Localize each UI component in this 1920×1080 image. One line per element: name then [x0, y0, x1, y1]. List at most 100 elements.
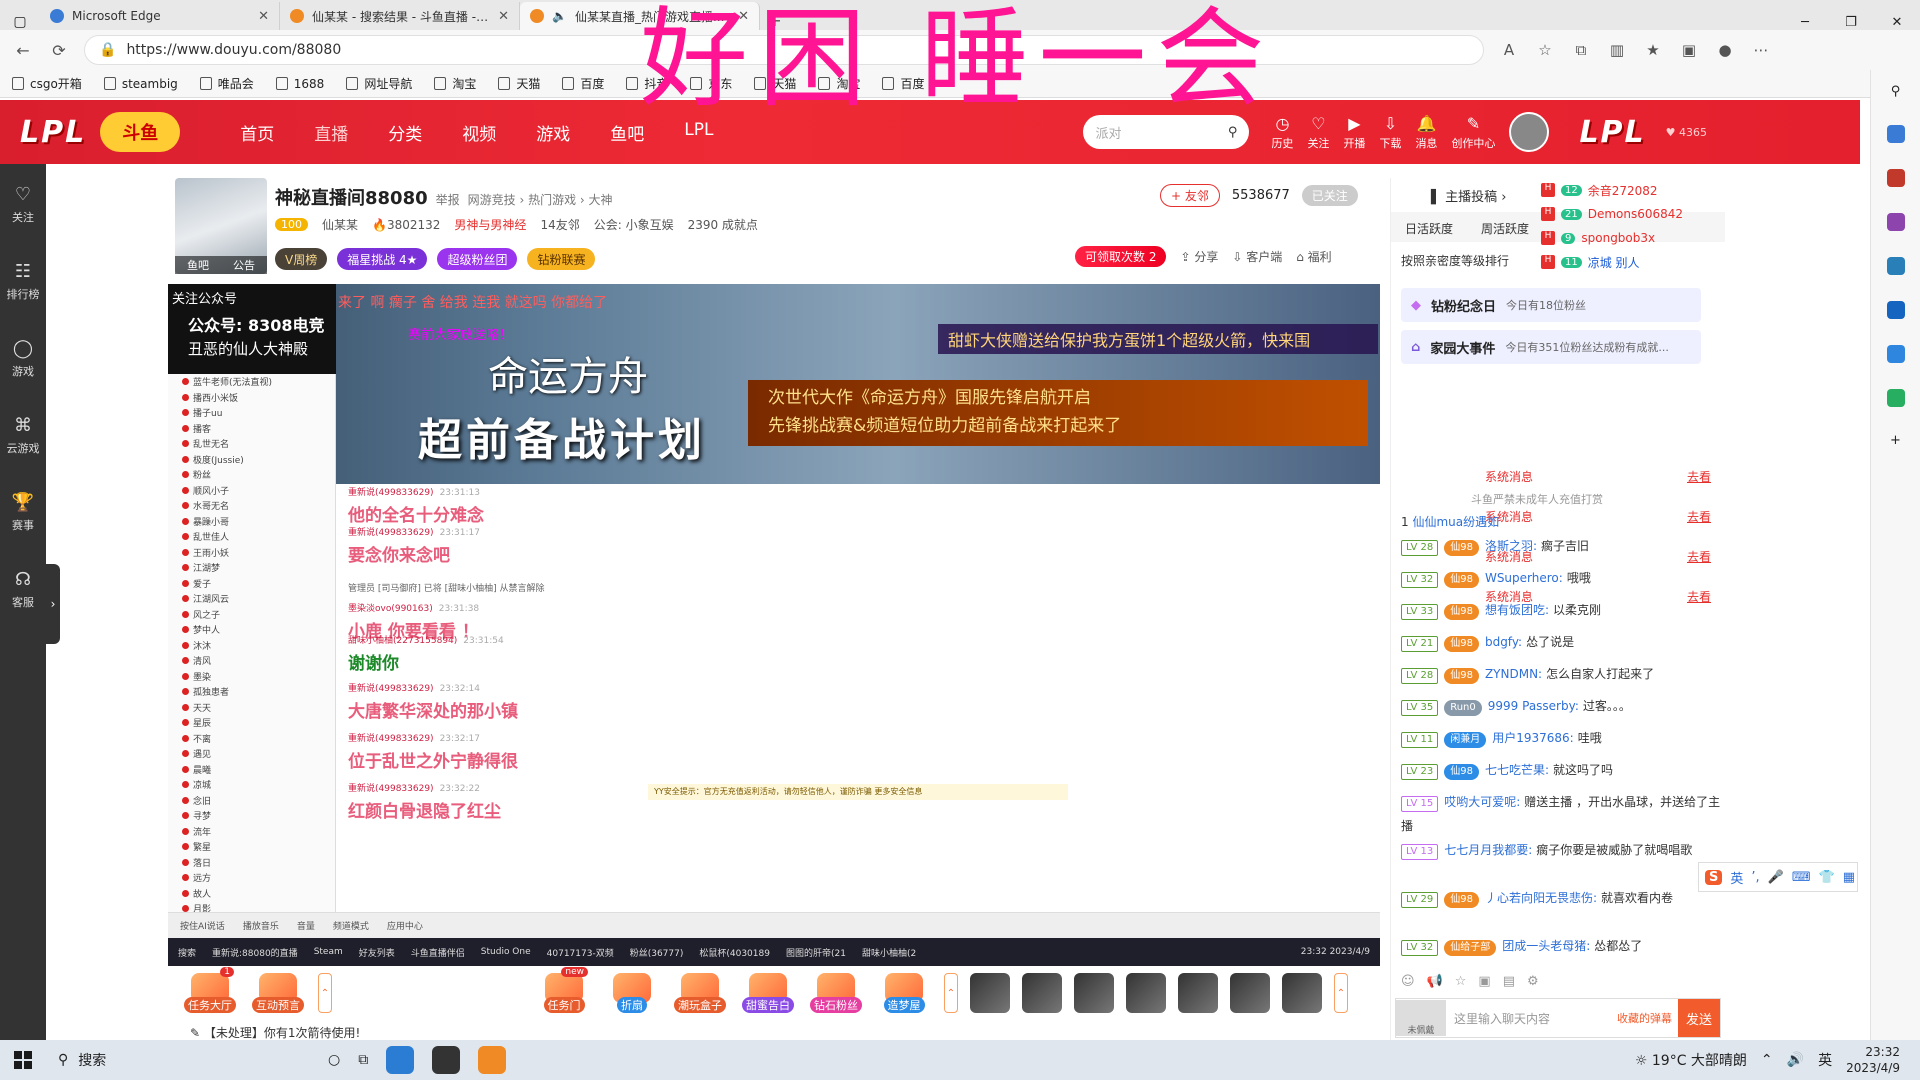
stream-task-9[interactable]: 图图的肝帝(21 — [786, 946, 846, 959]
friends-count[interactable]: 14友邻 — [540, 216, 579, 233]
rank-row[interactable]: H 11 凉城 别人 — [1541, 250, 1725, 274]
nav-item-1[interactable]: 直播 — [314, 120, 348, 145]
bookmark-2[interactable]: 唯品会 — [199, 75, 254, 92]
gift-more[interactable]: ⌃ — [1334, 973, 1348, 1013]
settings-icon[interactable]: ⚙ — [1527, 974, 1539, 989]
member-list-item[interactable]: 梦中人 — [168, 622, 335, 638]
member-list-item[interactable]: 落日 — [168, 855, 335, 871]
member-list-item[interactable]: 念旧 — [168, 793, 335, 809]
header-history[interactable]: ◷ 历史 — [1271, 114, 1293, 151]
header-camera[interactable]: ▶ 开播 — [1343, 114, 1365, 151]
stream-tool-3[interactable]: 频道模式 — [333, 919, 369, 932]
member-list-item[interactable]: 流年 — [168, 824, 335, 840]
bookmark-9[interactable]: 京东 — [690, 75, 732, 92]
member-list-item[interactable]: 播西小米饭 — [168, 390, 335, 406]
member-list-item[interactable]: 播子uu — [168, 405, 335, 421]
client-button[interactable]: ⇩ 客户端 — [1232, 248, 1282, 265]
pending-notice[interactable]: ✎ 【未处理】你有1次箭待使用! — [190, 1024, 360, 1041]
gift-scroll-up[interactable]: ⌃ — [318, 973, 332, 1013]
diamond-anniversary-banner[interactable]: ◆ 钻粉纪念日 今日有18位粉丝 — [1401, 288, 1701, 322]
search-icon[interactable]: ⚲ — [1228, 125, 1238, 140]
stream-tool-0[interactable]: 按住AI说话 — [180, 919, 225, 932]
close-tab-icon[interactable]: ✕ — [738, 9, 749, 24]
maximize-button[interactable]: ❐ — [1828, 15, 1874, 30]
achievement-points[interactable]: 2390 成就点 — [688, 216, 758, 233]
tab-edge[interactable]: Microsoft Edge ✕ — [40, 2, 280, 30]
member-list-item[interactable]: 繁星 — [168, 839, 335, 855]
member-list-item[interactable]: 星辰 — [168, 715, 335, 731]
member-list-item[interactable]: 顺风小子 — [168, 483, 335, 499]
speaker-icon[interactable]: 🔈 — [552, 9, 567, 23]
sidebar-item-4[interactable]: 🏆 赛事 — [12, 492, 34, 533]
nav-item-5[interactable]: 鱼吧 — [610, 120, 644, 145]
anchor-name[interactable]: 仙某某 — [322, 216, 358, 233]
followed-button[interactable]: 已关注 — [1301, 185, 1358, 206]
volume-icon[interactable]: 🔊 — [1787, 1052, 1804, 1068]
m365-icon[interactable] — [1886, 257, 1905, 275]
chat-input[interactable]: 这里输入聊天内容 — [1446, 1010, 1617, 1027]
claim-ticket-button[interactable]: 可领取次数 2 — [1075, 246, 1167, 267]
tag-icon[interactable] — [1886, 125, 1905, 143]
close-tab-icon[interactable]: ✕ — [258, 9, 269, 24]
stream-task-5[interactable]: Studio One — [481, 947, 531, 957]
edge-taskbar-icon[interactable] — [386, 1046, 415, 1074]
member-list-item[interactable]: 孤独患者 — [168, 684, 335, 700]
sidebar-item-0[interactable]: ♡ 关注 — [12, 184, 34, 225]
rank-row[interactable]: H 12 余音272082 — [1541, 178, 1725, 202]
bookmark-0[interactable]: csgo开箱 — [12, 75, 82, 92]
report-link[interactable]: 举报 — [436, 193, 460, 207]
games-icon[interactable] — [1886, 213, 1905, 231]
top-user[interactable]: 1 仙仙mua纷遇如 — [1401, 510, 1721, 534]
window-menu-icon[interactable]: ▢ — [0, 14, 40, 30]
add-icon[interactable]: + — [1890, 433, 1901, 448]
share-button[interactable]: ⇪ 分享 — [1180, 248, 1218, 265]
stream-task-0[interactable]: 搜索 — [178, 946, 196, 959]
member-list-item[interactable]: 乱世佳人 — [168, 529, 335, 545]
stream-task-3[interactable]: 好友列表 — [359, 946, 395, 959]
bookmark-11[interactable]: 淘宝 — [818, 75, 860, 92]
send-icon[interactable] — [1886, 345, 1905, 363]
nav-item-3[interactable]: 视频 — [462, 120, 496, 145]
search-icon[interactable]: ⚲ — [1891, 84, 1901, 99]
nav-item-6[interactable]: LPL — [684, 120, 713, 145]
member-list-item[interactable]: 遇见 — [168, 746, 335, 762]
member-list-item[interactable]: 王雨小妖 — [168, 545, 335, 561]
gift-center-3[interactable]: 甜蜜告白 — [740, 973, 796, 1013]
outlook-icon[interactable] — [1886, 301, 1905, 319]
tree-icon[interactable] — [1886, 389, 1905, 407]
steam-taskbar-icon[interactable] — [432, 1046, 461, 1074]
split-screen-icon[interactable]: ▥ — [1606, 41, 1628, 59]
stream-task-4[interactable]: 斗鱼直播伴侣 — [411, 946, 465, 959]
member-list-item[interactable]: 乱世无名 — [168, 436, 335, 452]
collections-icon[interactable]: ▣ — [1678, 41, 1700, 59]
welfare-button[interactable]: ⌂ 福利 — [1296, 248, 1331, 265]
profile-icon[interactable]: ● — [1714, 41, 1736, 59]
bookmark-10[interactable]: 天猫 — [754, 75, 796, 92]
sidebar-item-3[interactable]: ⌘ 云游戏 — [7, 415, 40, 456]
diamond-league-badge[interactable]: 钻粉联赛 — [527, 248, 596, 270]
guild-info[interactable]: 公会: 小象互娱 — [594, 216, 674, 233]
nav-item-4[interactable]: 游戏 — [536, 120, 570, 145]
gift-item[interactable] — [1230, 973, 1270, 1013]
member-list-item[interactable]: 蓝牛老师(无法直视) — [168, 374, 335, 390]
close-tab-icon[interactable]: ✕ — [498, 9, 509, 24]
bookmark-1[interactable]: steambig — [103, 77, 178, 91]
header-bell[interactable]: 🔔 消息 — [1415, 114, 1437, 151]
member-list-item[interactable]: 故人 — [168, 886, 335, 902]
douyu-logo[interactable]: 斗鱼 — [100, 112, 181, 152]
expand-sidebar-button[interactable]: › — [46, 564, 60, 644]
gift-left-1[interactable]: 互动预言 — [250, 973, 306, 1013]
bookmark-8[interactable]: 抖音 — [626, 75, 668, 92]
member-list-item[interactable]: 江湖风云 — [168, 591, 335, 607]
fan-club-badge[interactable]: 超级粉丝团 — [437, 248, 518, 270]
more-icon[interactable]: ⋯ — [1750, 41, 1772, 59]
tab-live[interactable]: 🔈 仙某某直播_热门游戏直播... ✕ — [520, 2, 760, 30]
member-list-item[interactable]: 天天 — [168, 700, 335, 716]
gift-center-1[interactable]: 折扇 — [604, 973, 660, 1013]
gift-item[interactable] — [1074, 973, 1114, 1013]
member-list-item[interactable]: 晨曦 — [168, 762, 335, 778]
clock[interactable]: 23:32 2023/4/9 — [1846, 1044, 1900, 1076]
member-list-item[interactable]: 播客 — [168, 421, 335, 437]
friend-button[interactable]: + 友邻 — [1160, 184, 1220, 207]
minimize-button[interactable]: ─ — [1782, 15, 1828, 30]
